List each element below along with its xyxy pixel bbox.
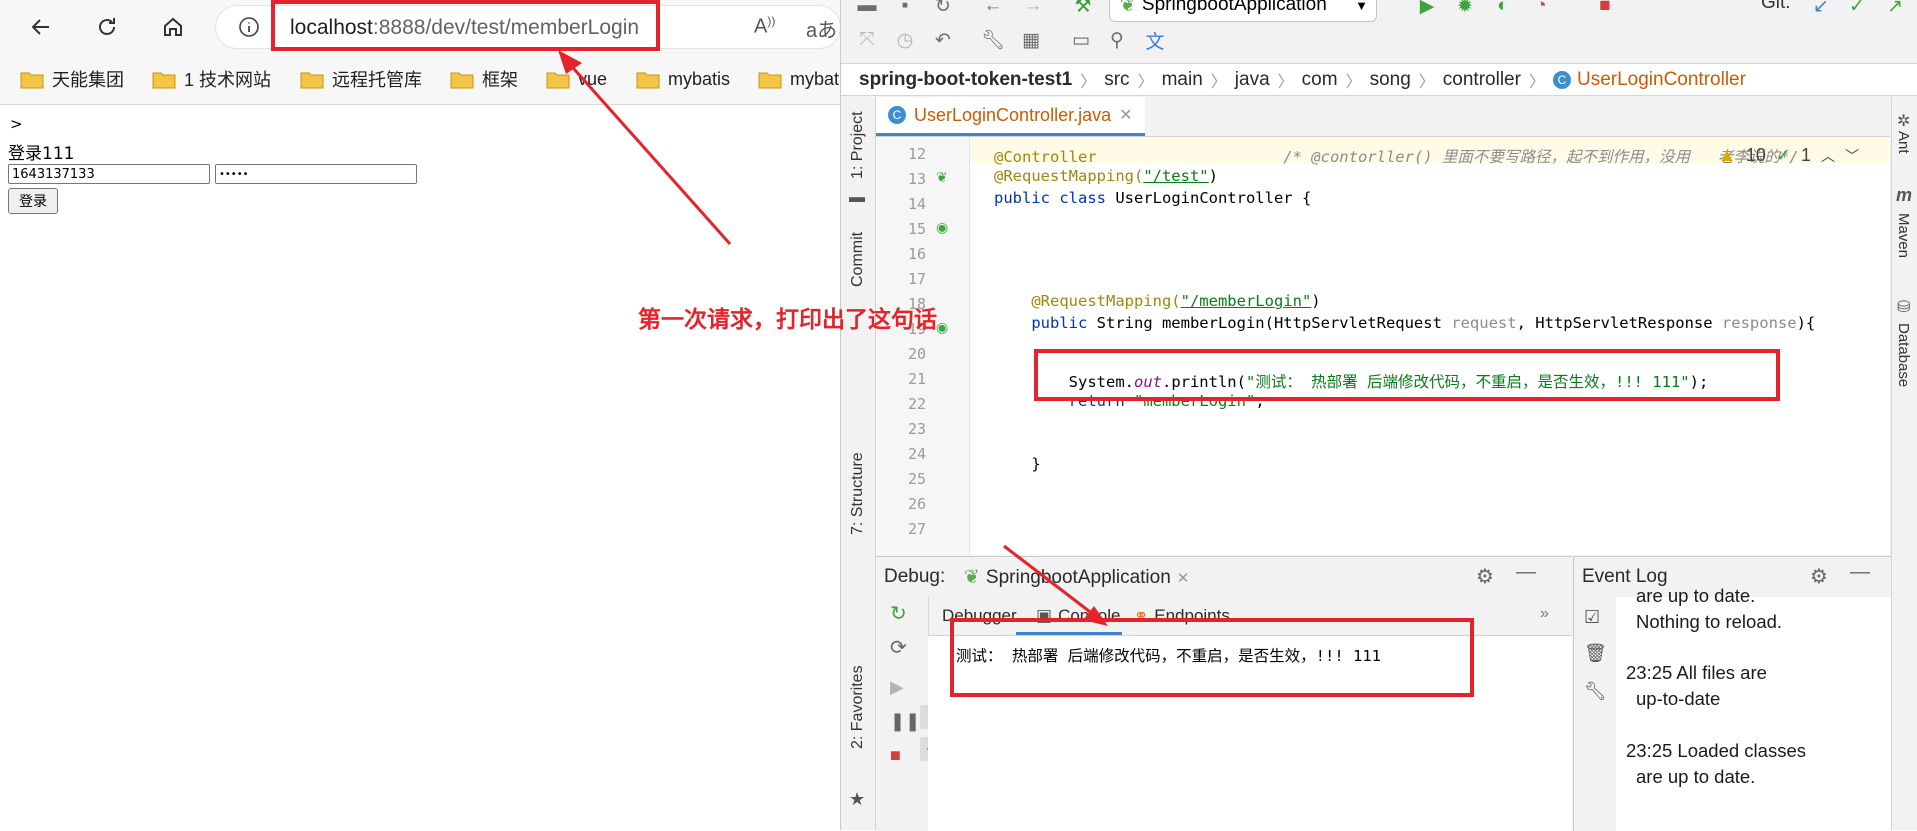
annotation-arrow-console bbox=[1003, 544, 1099, 620]
annotation-arrow-url bbox=[564, 59, 732, 245]
arrowhead-icon bbox=[558, 50, 582, 74]
annotation-arrows bbox=[558, 50, 1108, 626]
